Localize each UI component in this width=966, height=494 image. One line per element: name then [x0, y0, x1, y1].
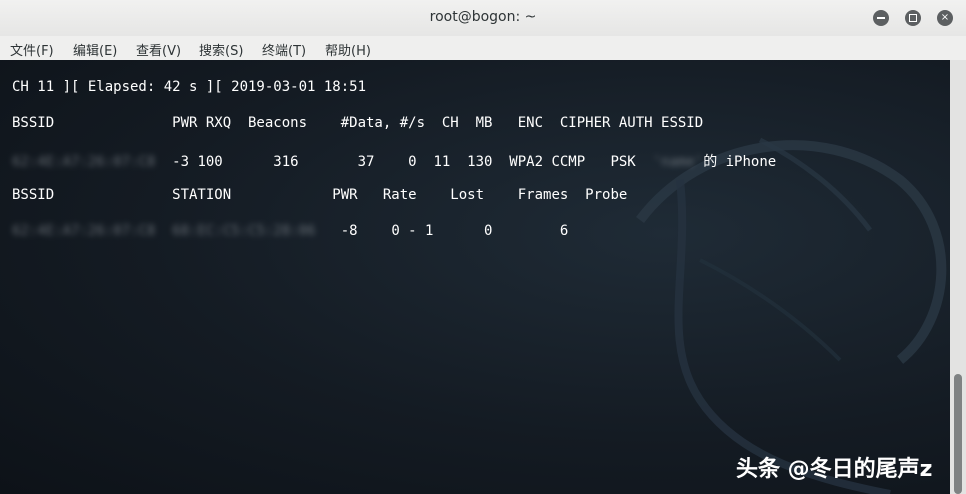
ap-table-header: BSSID PWR RXQ Beacons #Data, #/s CH MB E… [12, 115, 704, 131]
minimize-button[interactable] [873, 10, 889, 26]
window-title: root@bogon: ~ [429, 9, 537, 25]
ap-table-row: 62:4E:A7:26:07:C8 -3 100 316 37 0 11 130… [12, 151, 776, 171]
station-stats: -8 0 - 1 0 6 [340, 223, 569, 239]
close-icon: × [940, 12, 950, 23]
terminal-output[interactable]: CH 11 ][ Elapsed: 42 s ][ 2019-03-01 18:… [0, 60, 950, 494]
station-table-header: BSSID STATION PWR Rate Lost Frames Probe [12, 187, 628, 203]
source-watermark: 头条 @冬日的尾声z [736, 457, 933, 482]
ap-stats: -3 100 316 37 0 11 130 WPA2 CCMP PSK [172, 154, 636, 170]
ap-essid-suffix: 的 iPhone [703, 154, 777, 170]
menu-search[interactable]: 搜索(S) [199, 40, 243, 59]
menu-file[interactable]: 文件(F) [10, 40, 54, 59]
menu-view[interactable]: 查看(V) [136, 40, 181, 59]
status-line: CH 11 ][ Elapsed: 42 s ][ 2019-03-01 18:… [12, 79, 367, 95]
station-bssid: 62:4E:A7:26:07:C8 [12, 223, 156, 239]
scrollbar[interactable] [950, 60, 966, 494]
ap-bssid: 62:4E:A7:26:07:C8 [12, 154, 156, 170]
menu-terminal[interactable]: 终端(T) [262, 40, 306, 59]
menu-edit[interactable]: 编辑(E) [73, 40, 117, 59]
station-table-row: 62:4E:A7:26:07:C8 68:EC:C5:C5:28:06 -8 0… [12, 223, 568, 239]
maximize-icon [909, 14, 917, 22]
close-button[interactable]: × [937, 10, 953, 26]
station-mac: 68:EC:C5:C5:28:06 [172, 223, 316, 239]
maximize-button[interactable] [905, 10, 921, 26]
scrollbar-thumb[interactable] [954, 374, 962, 494]
title-bar[interactable]: root@bogon: ~ × [0, 0, 966, 37]
minimize-icon [877, 17, 885, 19]
menu-bar: 文件(F) 编辑(E) 查看(V) 搜索(S) 终端(T) 帮助(H) [0, 36, 966, 60]
ap-essid-name: 'name' [652, 154, 704, 170]
terminal-window: root@bogon: ~ × 文件(F) 编辑(E) 查看(V) 搜索(S) … [0, 0, 966, 494]
menu-help[interactable]: 帮助(H) [325, 40, 371, 59]
